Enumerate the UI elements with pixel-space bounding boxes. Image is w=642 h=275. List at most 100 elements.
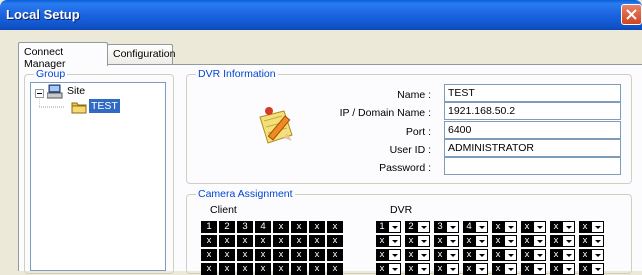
dvr-camera-select[interactable]: x xyxy=(492,249,517,261)
client-camera-cell[interactable]: x xyxy=(291,235,307,247)
client-camera-cell[interactable]: x xyxy=(273,263,289,275)
dropdown-arrow-icon[interactable] xyxy=(563,264,574,274)
dvr-camera-select[interactable]: x xyxy=(463,263,488,275)
dvr-camera-select[interactable]: x xyxy=(434,263,459,275)
client-camera-cell[interactable]: 1 xyxy=(201,221,217,233)
client-camera-cell[interactable]: x xyxy=(291,221,307,233)
tree-item-site[interactable]: Site xyxy=(67,85,85,97)
client-camera-cell[interactable]: x xyxy=(219,235,235,247)
dropdown-arrow-icon[interactable] xyxy=(505,222,516,232)
client-camera-cell[interactable]: x xyxy=(201,249,217,261)
client-camera-cell[interactable]: x xyxy=(273,221,289,233)
close-button[interactable] xyxy=(621,4,642,25)
dvr-camera-select[interactable]: 3 xyxy=(434,221,459,233)
tab-configuration[interactable]: Configuration xyxy=(107,44,175,65)
dvr-camera-select[interactable]: x xyxy=(492,221,517,233)
client-camera-cell[interactable]: x xyxy=(309,235,325,247)
dropdown-arrow-icon[interactable] xyxy=(505,264,516,274)
dvr-camera-select[interactable]: 1 xyxy=(376,221,401,233)
dropdown-arrow-icon[interactable] xyxy=(447,264,458,274)
dvr-camera-select[interactable]: x xyxy=(492,263,517,275)
dvr-camera-select[interactable]: x xyxy=(463,235,488,247)
dropdown-arrow-icon[interactable] xyxy=(389,222,400,232)
dvr-camera-select[interactable]: x xyxy=(405,249,430,261)
client-camera-cell[interactable]: x xyxy=(255,263,271,275)
client-camera-cell[interactable]: x xyxy=(291,263,307,275)
client-camera-cell[interactable]: x xyxy=(237,249,253,261)
dropdown-arrow-icon[interactable] xyxy=(476,264,487,274)
port-field[interactable]: 6400 xyxy=(444,121,621,139)
dvr-camera-select[interactable]: x xyxy=(376,235,401,247)
dvr-camera-select[interactable]: x xyxy=(463,249,488,261)
client-camera-cell[interactable]: x xyxy=(309,263,325,275)
dropdown-arrow-icon[interactable] xyxy=(505,236,516,246)
dvr-camera-select[interactable]: x xyxy=(521,249,546,261)
dvr-camera-select[interactable]: x xyxy=(550,221,575,233)
dropdown-arrow-icon[interactable] xyxy=(418,236,429,246)
dropdown-arrow-icon[interactable] xyxy=(505,250,516,260)
dvr-camera-select[interactable]: x xyxy=(579,235,604,247)
title-bar[interactable]: Local Setup xyxy=(0,0,642,30)
name-field[interactable]: TEST xyxy=(444,84,621,102)
client-camera-cell[interactable]: x xyxy=(237,235,253,247)
client-camera-cell[interactable]: x xyxy=(201,263,217,275)
dropdown-arrow-icon[interactable] xyxy=(534,250,545,260)
dropdown-arrow-icon[interactable] xyxy=(389,250,400,260)
dvr-camera-select[interactable]: x xyxy=(405,263,430,275)
client-camera-cell[interactable]: x xyxy=(237,263,253,275)
dropdown-arrow-icon[interactable] xyxy=(389,264,400,274)
dropdown-arrow-icon[interactable] xyxy=(476,250,487,260)
dropdown-arrow-icon[interactable] xyxy=(563,222,574,232)
dropdown-arrow-icon[interactable] xyxy=(534,236,545,246)
dropdown-arrow-icon[interactable] xyxy=(592,250,603,260)
dvr-camera-select[interactable]: x xyxy=(434,235,459,247)
user-id-field[interactable]: ADMINISTRATOR xyxy=(444,139,621,157)
collapse-icon[interactable] xyxy=(35,89,44,98)
dropdown-arrow-icon[interactable] xyxy=(418,264,429,274)
dvr-camera-select[interactable]: x xyxy=(405,235,430,247)
client-camera-cell[interactable]: x xyxy=(327,235,343,247)
dropdown-arrow-icon[interactable] xyxy=(534,222,545,232)
dropdown-arrow-icon[interactable] xyxy=(476,236,487,246)
dvr-camera-select[interactable]: x xyxy=(579,249,604,261)
dropdown-arrow-icon[interactable] xyxy=(418,250,429,260)
dropdown-arrow-icon[interactable] xyxy=(563,250,574,260)
dvr-camera-select[interactable]: x xyxy=(492,235,517,247)
client-camera-cell[interactable]: x xyxy=(219,263,235,275)
dvr-camera-select[interactable]: x xyxy=(579,221,604,233)
dropdown-arrow-icon[interactable] xyxy=(389,236,400,246)
dropdown-arrow-icon[interactable] xyxy=(447,236,458,246)
client-camera-cell[interactable]: 2 xyxy=(219,221,235,233)
client-camera-cell[interactable]: x xyxy=(255,235,271,247)
client-camera-cell[interactable]: 4 xyxy=(255,221,271,233)
dropdown-arrow-icon[interactable] xyxy=(447,250,458,260)
client-camera-cell[interactable]: x xyxy=(309,249,325,261)
dvr-camera-select[interactable]: x xyxy=(376,249,401,261)
client-camera-cell[interactable]: x xyxy=(255,249,271,261)
client-camera-cell[interactable]: 3 xyxy=(237,221,253,233)
dropdown-arrow-icon[interactable] xyxy=(592,236,603,246)
dropdown-arrow-icon[interactable] xyxy=(592,264,603,274)
dropdown-arrow-icon[interactable] xyxy=(476,222,487,232)
client-camera-cell[interactable]: x xyxy=(273,249,289,261)
dvr-camera-select[interactable]: 2 xyxy=(405,221,430,233)
ip-domain-field[interactable]: 1921.168.50.2 xyxy=(444,102,621,120)
client-camera-cell[interactable]: x xyxy=(291,249,307,261)
dvr-camera-select[interactable]: 4 xyxy=(463,221,488,233)
dropdown-arrow-icon[interactable] xyxy=(592,222,603,232)
dvr-camera-select[interactable]: x xyxy=(550,235,575,247)
dvr-camera-select[interactable]: x xyxy=(434,249,459,261)
client-camera-cell[interactable]: x xyxy=(201,235,217,247)
client-camera-cell[interactable]: x xyxy=(327,221,343,233)
tree-item-test[interactable]: TEST xyxy=(89,99,120,113)
client-camera-cell[interactable]: x xyxy=(309,221,325,233)
client-camera-cell[interactable]: x xyxy=(219,249,235,261)
dropdown-arrow-icon[interactable] xyxy=(418,222,429,232)
dvr-camera-select[interactable]: x xyxy=(521,221,546,233)
dvr-camera-select[interactable]: x xyxy=(376,263,401,275)
dropdown-arrow-icon[interactable] xyxy=(563,236,574,246)
tab-connect-manager[interactable]: Connect Manager xyxy=(18,42,108,70)
dropdown-arrow-icon[interactable] xyxy=(534,264,545,274)
dvr-camera-select[interactable]: x xyxy=(550,249,575,261)
dvr-camera-select[interactable]: x xyxy=(521,235,546,247)
